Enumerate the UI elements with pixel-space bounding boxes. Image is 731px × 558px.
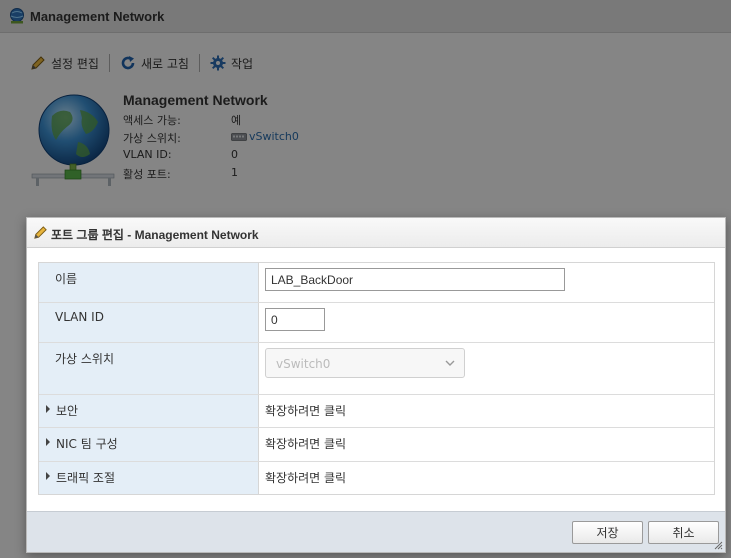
nic-teaming-expand-text: 확장하려면 클릭 — [265, 437, 347, 451]
form-label-cell: 이름 — [39, 263, 259, 302]
save-button[interactable]: 저장 — [572, 521, 643, 544]
form-label-cell: VLAN ID — [39, 303, 259, 342]
resize-grip-icon[interactable] — [714, 541, 723, 550]
name-input[interactable] — [265, 268, 565, 291]
dialog-footer: 저장 취소 — [27, 511, 725, 552]
security-expand-text: 확장하려면 클릭 — [265, 404, 347, 418]
cancel-button[interactable]: 취소 — [648, 521, 719, 544]
port-group-form: 이름 VLAN ID 가상 스위치 vSwitch0 — [38, 262, 715, 495]
chevron-down-icon — [445, 360, 455, 366]
form-label-cell: 가상 스위치 — [39, 343, 259, 394]
form-row-vlan: VLAN ID — [39, 303, 714, 343]
form-row-traffic-shaping[interactable]: 트래픽 조절 확장하려면 클릭 — [39, 462, 714, 494]
form-value-cell: 확장하려면 클릭 — [260, 395, 714, 427]
form-row-name: 이름 — [39, 263, 714, 303]
form-value-cell: vSwitch0 — [260, 343, 714, 394]
dialog-header: 포트 그룹 편집 - Management Network — [27, 218, 725, 248]
form-value-cell — [260, 303, 714, 342]
triangle-right-icon — [46, 405, 50, 413]
form-label-cell: NIC 팀 구성 — [39, 428, 259, 461]
traffic-shaping-expand-text: 확장하려면 클릭 — [265, 471, 347, 485]
form-row-security[interactable]: 보안 확장하려면 클릭 — [39, 395, 714, 428]
triangle-right-icon — [46, 472, 50, 480]
security-label: 보안 — [56, 404, 79, 418]
form-row-nic-teaming[interactable]: NIC 팀 구성 확장하려면 클릭 — [39, 428, 714, 462]
vlan-id-input[interactable] — [265, 308, 325, 331]
form-label-cell: 보안 — [39, 395, 259, 427]
triangle-right-icon — [46, 438, 50, 446]
vswitch-select-value: vSwitch0 — [276, 357, 331, 371]
form-value-cell: 확장하려면 클릭 — [260, 428, 714, 461]
form-row-vswitch: 가상 스위치 vSwitch0 — [39, 343, 714, 395]
edit-port-group-dialog: 포트 그룹 편집 - Management Network 이름 VLAN ID… — [26, 217, 726, 553]
vswitch-select: vSwitch0 — [265, 348, 465, 378]
dialog-title: 포트 그룹 편집 - Management Network — [51, 228, 259, 242]
form-value-cell: 확장하려면 클릭 — [260, 462, 714, 494]
name-label: 이름 — [55, 272, 78, 286]
vlan-id-label: VLAN ID — [55, 310, 104, 324]
traffic-shaping-label: 트래픽 조절 — [56, 471, 116, 485]
nic-teaming-label: NIC 팀 구성 — [56, 437, 118, 451]
form-label-cell: 트래픽 조절 — [39, 462, 259, 494]
form-value-cell — [260, 263, 714, 302]
vswitch-label: 가상 스위치 — [55, 352, 115, 366]
pencil-icon — [34, 226, 47, 239]
